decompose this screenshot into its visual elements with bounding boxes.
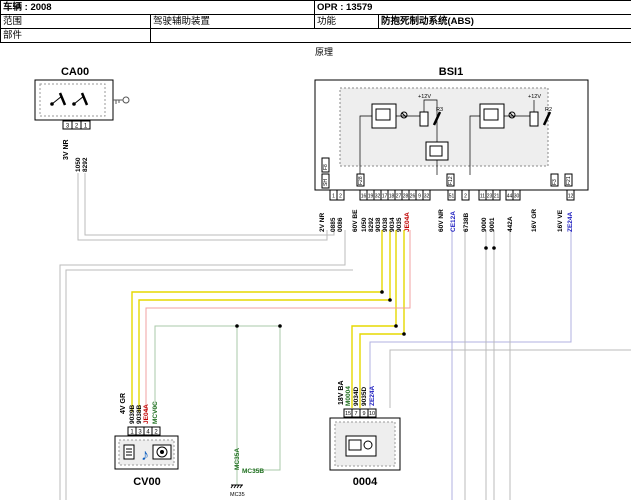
svg-text:1: 1 xyxy=(332,194,335,200)
wire-blue-ze24a xyxy=(369,230,572,408)
mc35b-label: MC35B xyxy=(242,468,264,475)
bsi1-pin-row: 1 2 16 19 32 17 18 27 28 26 9 32 51 2 11… xyxy=(329,189,575,201)
svg-text:M0004: M0004 xyxy=(345,386,352,406)
svg-text:7: 7 xyxy=(354,411,357,417)
svg-text:9038: 9038 xyxy=(375,217,382,232)
svg-text:2: 2 xyxy=(464,194,467,200)
c0004-wire-color: 18V BA xyxy=(338,380,345,405)
cv00-title: CV00 xyxy=(133,476,161,488)
svg-text:9038B: 9038B xyxy=(136,405,143,424)
bsi-module-center xyxy=(425,141,449,161)
svg-text:19: 19 xyxy=(368,194,374,200)
svg-text:8292: 8292 xyxy=(368,217,375,232)
svg-text:26: 26 xyxy=(410,194,416,200)
svg-text:0885: 0885 xyxy=(330,217,337,232)
svg-text:60V BE: 60V BE xyxy=(352,209,359,232)
svg-text:JE04A: JE04A xyxy=(404,212,411,232)
svg-text:32: 32 xyxy=(424,194,430,200)
c0004-title: 0004 xyxy=(353,476,378,488)
svg-text:JE04A: JE04A xyxy=(143,404,150,424)
svg-text:6738B: 6738B xyxy=(463,213,470,232)
svg-text:0086: 0086 xyxy=(337,217,344,232)
wire-ca00-1050 xyxy=(77,173,328,241)
ca00-box xyxy=(34,79,114,121)
ca00-pins: 3 2 1 xyxy=(62,120,91,130)
svg-text:32: 32 xyxy=(375,194,381,200)
svg-text:SH: SH xyxy=(323,179,329,186)
ca00-wire-color: 3V NR xyxy=(63,139,70,160)
svg-text:17: 17 xyxy=(382,194,388,200)
svg-text:60V NR: 60V NR xyxy=(438,209,445,232)
svg-text:+12V: +12V xyxy=(528,94,541,100)
document-icon xyxy=(123,444,135,460)
wiring-diagram: CA00 3 2 1 3V NR 1050 8292 BSI1 R3 R2 +1… xyxy=(34,66,631,500)
svg-text:9000: 9000 xyxy=(481,217,488,232)
svg-text:30: 30 xyxy=(514,194,520,200)
svg-text:27: 27 xyxy=(396,194,402,200)
svg-text:44: 44 xyxy=(507,194,513,200)
svg-text:9034: 9034 xyxy=(389,217,396,232)
svg-text:F8: F8 xyxy=(323,164,329,170)
svg-text:ZE24A: ZE24A xyxy=(369,385,376,406)
wire-grey-loop-2 xyxy=(65,269,353,500)
svg-text:10: 10 xyxy=(369,411,375,417)
svg-text:F28: F28 xyxy=(358,176,364,185)
ca00-wire-1050: 1050 xyxy=(75,157,82,172)
c0004-wire-labels: M0004 9034D 9035D ZE24A xyxy=(345,385,376,406)
svg-text:F12: F12 xyxy=(448,176,454,185)
svg-text:9035: 9035 xyxy=(396,217,403,232)
svg-text:442A: 442A xyxy=(507,216,514,232)
svg-text:R2: R2 xyxy=(545,107,552,113)
svg-text:CE12A: CE12A xyxy=(450,211,457,232)
svg-text:F3: F3 xyxy=(552,179,558,185)
svg-text:9038: 9038 xyxy=(382,217,389,232)
svg-text:9034D: 9034D xyxy=(353,387,360,406)
svg-text:28: 28 xyxy=(403,194,409,200)
svg-text:21: 21 xyxy=(494,194,500,200)
key-icon xyxy=(113,96,130,104)
c0004-pins: 15 7 9 10 xyxy=(343,408,377,418)
mc35a-label: MC35A xyxy=(234,448,241,470)
svg-text:12: 12 xyxy=(568,194,574,200)
svg-text:16: 16 xyxy=(361,194,367,200)
svg-text:16V GR: 16V GR xyxy=(531,209,538,232)
ground-icon xyxy=(230,484,243,489)
cv00-pins: 1 3 4 2 xyxy=(127,426,161,436)
svg-text:11: 11 xyxy=(480,194,485,200)
svg-text:15: 15 xyxy=(345,411,351,417)
svg-text:9: 9 xyxy=(362,411,365,417)
svg-text:F21: F21 xyxy=(566,176,572,185)
svg-text:2V NR: 2V NR xyxy=(319,213,326,232)
steering-wheel-icon xyxy=(152,444,172,460)
svg-text:23: 23 xyxy=(487,194,493,200)
wire-ca00-8292 xyxy=(84,173,335,236)
svg-text:9001: 9001 xyxy=(489,217,496,232)
svg-text:9: 9 xyxy=(418,194,421,200)
svg-text:+12V: +12V xyxy=(418,94,431,100)
svg-text:9039B: 9039B xyxy=(129,405,136,424)
svg-text:MCV0C: MCV0C xyxy=(152,401,159,424)
svg-text:51: 51 xyxy=(449,194,455,200)
svg-text:2: 2 xyxy=(339,194,342,200)
ca00-title: CA00 xyxy=(61,66,89,78)
svg-text:18: 18 xyxy=(389,194,395,200)
svg-text:1050: 1050 xyxy=(361,217,368,232)
cv00-wire-labels: 9039B 9038B JE04A MCV0C xyxy=(129,401,159,424)
svg-text:9035D: 9035D xyxy=(361,387,368,406)
bsi1-wire-labels: 2V NR 0885 0086 60V BE 1050 8292 9038 90… xyxy=(319,209,574,232)
music-note-icon: ♪ xyxy=(141,447,149,464)
cv00-wire-color: 4V GR xyxy=(120,393,127,414)
display-icon xyxy=(345,435,377,457)
svg-text:ZE24A: ZE24A xyxy=(567,211,574,232)
svg-text:16V VE: 16V VE xyxy=(557,209,564,232)
ground-label: MC35 xyxy=(230,492,245,498)
ca00-wire-8292: 8292 xyxy=(82,157,89,172)
bsi1-title: BSI1 xyxy=(439,66,463,78)
